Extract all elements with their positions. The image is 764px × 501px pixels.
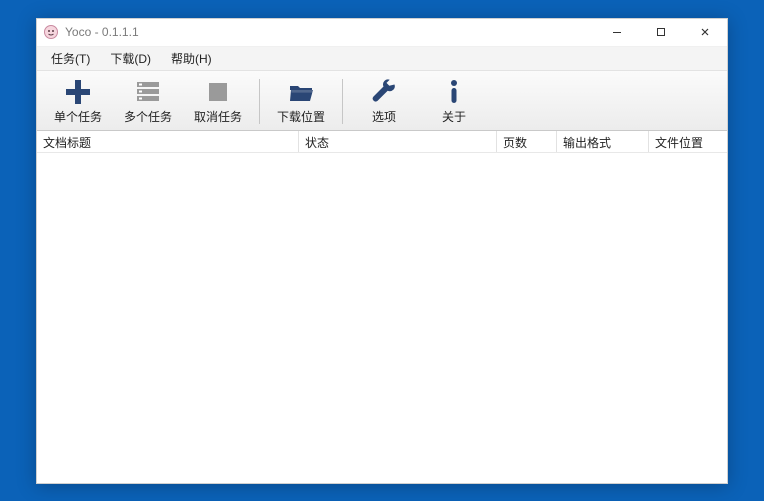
toolbar-separator (259, 79, 260, 124)
table-header: 文档标题 状态 页数 输出格式 文件位置 (37, 131, 727, 153)
toolbar-label: 取消任务 (194, 108, 242, 125)
single-task-button[interactable]: 单个任务 (43, 73, 113, 130)
col-format[interactable]: 输出格式 (557, 131, 649, 152)
menu-help[interactable]: 帮助(H) (161, 47, 222, 70)
minimize-button[interactable] (595, 19, 639, 46)
menu-tasks[interactable]: 任务(T) (41, 47, 100, 70)
maximize-button[interactable] (639, 19, 683, 46)
toolbar-label: 多个任务 (124, 108, 172, 125)
window-controls (595, 19, 727, 46)
app-window: Yoco - 0.1.1.1 任务(T) 下载(D) 帮助(H) 单个任务 (36, 18, 728, 484)
toolbar-label: 下载位置 (277, 108, 325, 125)
wrench-icon (370, 78, 398, 106)
folder-open-icon (287, 78, 315, 106)
menu-bar: 任务(T) 下载(D) 帮助(H) (37, 47, 727, 71)
options-button[interactable]: 选项 (349, 73, 419, 130)
menu-download[interactable]: 下载(D) (100, 47, 161, 70)
toolbar-separator (342, 79, 343, 124)
col-pages[interactable]: 页数 (497, 131, 557, 152)
info-icon (440, 78, 468, 106)
toolbar-label: 单个任务 (54, 108, 102, 125)
multi-task-button[interactable]: 多个任务 (113, 73, 183, 130)
title-bar: Yoco - 0.1.1.1 (37, 19, 727, 47)
about-button[interactable]: 关于 (419, 73, 489, 130)
col-title[interactable]: 文档标题 (37, 131, 299, 152)
window-title: Yoco - 0.1.1.1 (65, 25, 139, 39)
download-location-button[interactable]: 下载位置 (266, 73, 336, 130)
cancel-task-button[interactable]: 取消任务 (183, 73, 253, 130)
col-path[interactable]: 文件位置 (649, 131, 727, 152)
toolbar-label: 关于 (442, 108, 466, 125)
task-table: 文档标题 状态 页数 输出格式 文件位置 (37, 131, 727, 483)
list-icon (134, 78, 162, 106)
toolbar: 单个任务 多个任务 取消任务 (37, 71, 727, 131)
app-icon (43, 24, 59, 40)
stop-icon (204, 78, 232, 106)
table-body[interactable] (37, 153, 727, 483)
close-button[interactable] (683, 19, 727, 46)
plus-icon (64, 78, 92, 106)
col-status[interactable]: 状态 (299, 131, 497, 152)
toolbar-label: 选项 (372, 108, 396, 125)
